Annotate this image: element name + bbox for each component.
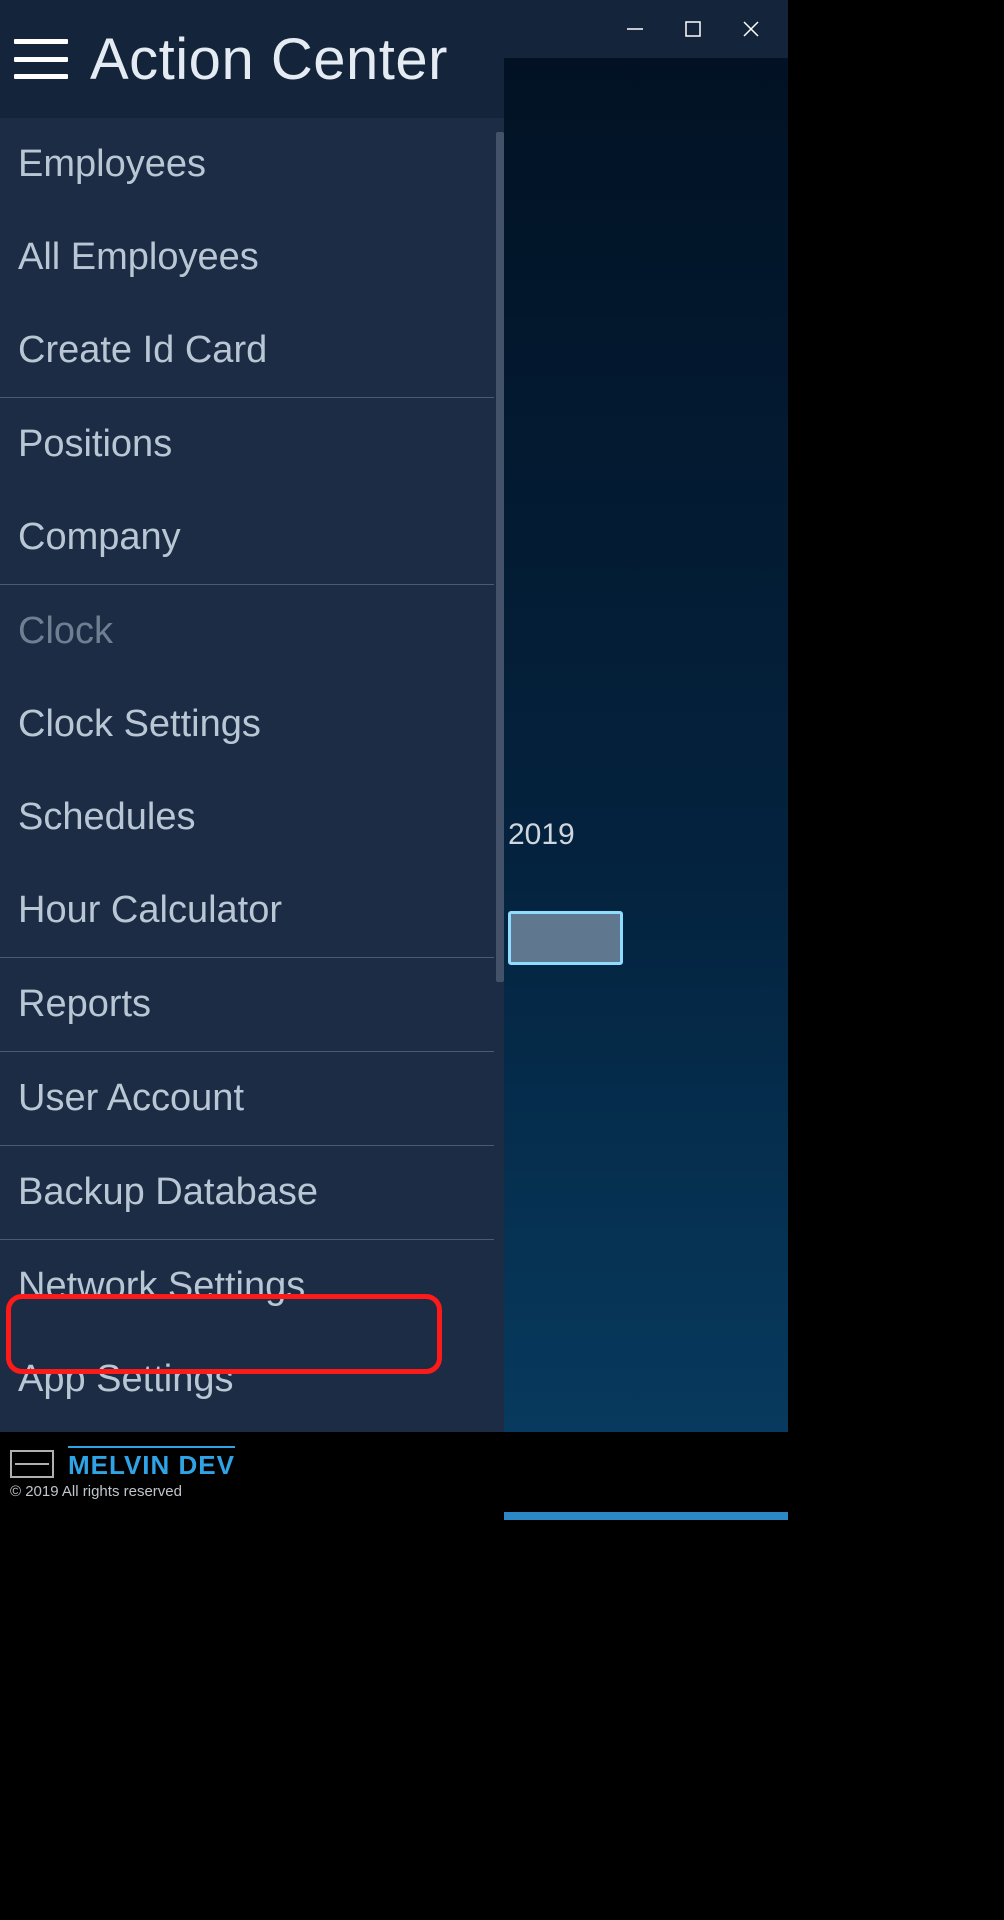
sidebar-item-user-account[interactable]: User Account [0, 1052, 494, 1145]
sidebar-item-backup-database[interactable]: Backup Database [0, 1146, 494, 1239]
sidebar-item-label: Create Id Card [18, 329, 267, 372]
minimize-button[interactable] [606, 0, 664, 58]
sidebar-item-label: All Employees [18, 236, 259, 279]
footer-accent-bar [504, 1512, 788, 1520]
sidebar-item-label: Schedules [18, 796, 195, 839]
sidebar-item-clock[interactable]: Clock [0, 585, 494, 678]
sidebar-item-all-employees[interactable]: All Employees [0, 211, 494, 304]
sidebar-panel: Action Center Employees All Employees Cr… [0, 0, 504, 1434]
sidebar-item-hour-calculator[interactable]: Hour Calculator [0, 864, 494, 957]
close-button[interactable] [722, 0, 780, 58]
sidebar-item-label: Backup Database [18, 1171, 318, 1214]
footer-copyright: © 2019 All rights reserved [10, 1483, 182, 1500]
sidebar-title: Action Center [90, 26, 448, 93]
hamburger-icon[interactable] [14, 39, 68, 79]
maximize-button[interactable] [664, 0, 722, 58]
sidebar-item-label: Clock Settings [18, 703, 261, 746]
footer-brand: MELVIN DEV [68, 1446, 235, 1481]
partial-button[interactable] [508, 911, 623, 965]
sidebar-item-company[interactable]: Company [0, 491, 494, 584]
sidebar-item-label: Employees [18, 143, 206, 186]
sidebar-header: Action Center [0, 0, 504, 118]
sidebar-item-positions[interactable]: Positions [0, 398, 494, 491]
sidebar-item-label: App Settings [18, 1358, 233, 1401]
sidebar-scrollbar[interactable] [496, 132, 504, 982]
sidebar-item-label: User Account [18, 1077, 244, 1120]
sidebar-item-network-settings[interactable]: Network Settings [0, 1240, 494, 1333]
year-label: 2019 [508, 818, 575, 852]
sidebar-item-clock-settings[interactable]: Clock Settings [0, 678, 494, 771]
app-window: 2019 Action Center Employees All Employe… [0, 0, 788, 1520]
sidebar-item-label: Clock [18, 610, 113, 653]
sidebar-item-label: Reports [18, 983, 151, 1026]
footer-bar: MELVIN DEV © 2019 All rights reserved [0, 1432, 788, 1520]
sidebar-item-label: Positions [18, 423, 172, 466]
sidebar-item-employees[interactable]: Employees [0, 118, 494, 211]
footer-logo-icon [10, 1450, 54, 1478]
sidebar-item-label: Network Settings [18, 1265, 305, 1308]
sidebar-item-create-id-card[interactable]: Create Id Card [0, 304, 494, 397]
sidebar-item-reports[interactable]: Reports [0, 958, 494, 1051]
sidebar-item-schedules[interactable]: Schedules [0, 771, 494, 864]
sidebar-item-label: Company [18, 516, 181, 559]
sidebar-item-app-settings[interactable]: App Settings [0, 1333, 494, 1426]
sidebar-menu: Employees All Employees Create Id Card P… [0, 118, 504, 1434]
sidebar-item-label: Hour Calculator [18, 889, 282, 932]
